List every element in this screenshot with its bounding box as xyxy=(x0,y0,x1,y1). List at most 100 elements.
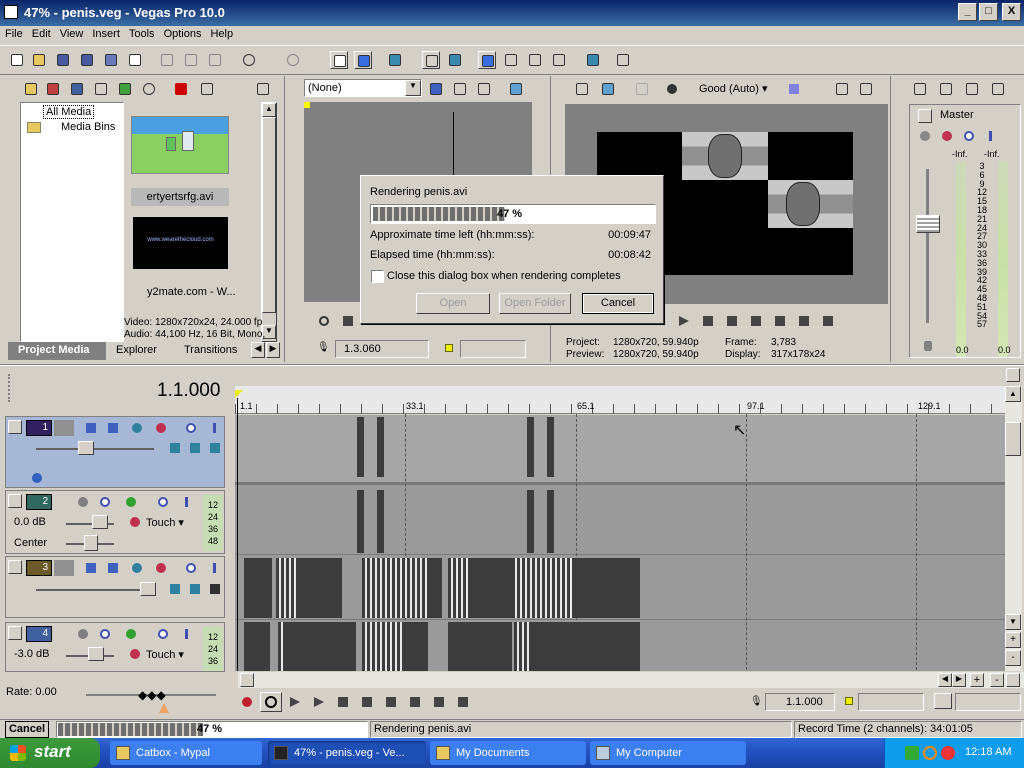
media-thumbnail-2[interactable]: www.wearethecloud.com xyxy=(133,217,228,269)
play-icon[interactable] xyxy=(341,314,355,328)
master-mute-icon[interactable] xyxy=(962,129,976,143)
selection-end-field[interactable] xyxy=(955,693,1021,711)
video-clip[interactable] xyxy=(527,417,534,477)
properties-icon[interactable] xyxy=(126,51,144,69)
audio-clip[interactable] xyxy=(278,622,286,671)
track-motion-icon[interactable] xyxy=(106,421,120,435)
import-icon[interactable] xyxy=(22,80,40,98)
extract-audio-icon[interactable] xyxy=(92,80,110,98)
trimmer-timecode[interactable]: 1.3.060 xyxy=(335,340,429,358)
go-to-end-icon[interactable] xyxy=(408,695,422,709)
video-clip[interactable] xyxy=(362,558,428,618)
delete-media-icon[interactable] xyxy=(172,80,190,98)
track-fx-chain-icon[interactable] xyxy=(168,441,182,455)
trimmer-text-icon[interactable] xyxy=(427,80,445,98)
automation-gear-icon[interactable] xyxy=(128,515,142,529)
auto-crossfade-icon[interactable] xyxy=(422,51,440,69)
timeline-grip[interactable] xyxy=(8,374,12,402)
track-header-audio-2[interactable]: 2 0.0 dB Touch ▾ Center 12 24 36 48 xyxy=(5,490,225,554)
zoom-out-icon[interactable]: - xyxy=(990,673,1004,687)
track-fx-icon[interactable] xyxy=(124,627,138,641)
mixer-properties-icon[interactable] xyxy=(911,80,929,98)
group-icon[interactable] xyxy=(446,51,464,69)
render-icon[interactable] xyxy=(102,51,120,69)
zoom-in-vertical-icon[interactable]: + xyxy=(1005,632,1021,648)
audio-clip[interactable] xyxy=(362,622,402,671)
track-fx-icon[interactable] xyxy=(130,561,144,575)
video-clip[interactable] xyxy=(244,558,272,618)
undo-icon[interactable] xyxy=(240,51,258,69)
new-icon[interactable] xyxy=(8,51,26,69)
timeline-hscroll[interactable]: ◀ ▶ + - xyxy=(238,672,1024,688)
track-expand-icon[interactable] xyxy=(30,471,44,485)
zoom-in-icon[interactable]: + xyxy=(970,673,984,687)
preview-pause-icon[interactable] xyxy=(701,314,715,328)
play-icon[interactable] xyxy=(312,695,326,709)
snapping-icon[interactable] xyxy=(330,51,348,69)
mixer-downmix-icon[interactable] xyxy=(937,80,955,98)
vscroll-thumb[interactable] xyxy=(1005,422,1021,456)
security-icon[interactable] xyxy=(941,746,955,760)
audio-clip[interactable] xyxy=(547,490,554,553)
preview-next-frame-icon[interactable] xyxy=(821,314,835,328)
timeline-ruler[interactable] xyxy=(235,386,1005,414)
media-thumbnail-1[interactable] xyxy=(131,116,229,174)
vegas-app-icon[interactable] xyxy=(4,5,18,19)
scroll-up-icon[interactable]: ▲ xyxy=(262,103,276,117)
master-gear-icon[interactable] xyxy=(940,129,954,143)
mixer-dim-icon[interactable] xyxy=(963,80,981,98)
taskbar-item-vegas[interactable]: 47% - penis.veg - Ve... xyxy=(268,741,426,765)
help-pointer-icon[interactable] xyxy=(614,51,632,69)
media-properties-icon[interactable] xyxy=(198,80,216,98)
video-clip[interactable] xyxy=(357,417,364,477)
preview-go-end-icon[interactable] xyxy=(773,314,787,328)
master-bus-icon[interactable] xyxy=(918,109,932,123)
video-clip[interactable] xyxy=(377,417,384,477)
lock-envelopes-icon[interactable] xyxy=(386,51,404,69)
track-solo-icon[interactable] xyxy=(180,627,194,641)
menu-options[interactable]: Options xyxy=(159,26,206,40)
zoom-out-vertical-icon[interactable]: - xyxy=(1005,650,1021,666)
lane-audio-2[interactable] xyxy=(235,488,1005,555)
loop-icon[interactable] xyxy=(317,314,331,328)
preview-stop-icon[interactable] xyxy=(725,314,739,328)
network-icon[interactable] xyxy=(905,746,919,760)
taskbar-item-my-documents[interactable]: My Documents xyxy=(430,741,586,765)
trimmer-fx-icon[interactable] xyxy=(451,80,469,98)
trimmer-delete-icon[interactable] xyxy=(475,80,493,98)
master-fader[interactable] xyxy=(916,215,940,233)
level-slider[interactable] xyxy=(140,582,156,596)
level-slider[interactable] xyxy=(78,441,94,455)
track-minimize-icon[interactable] xyxy=(8,494,22,508)
automation-gear-icon[interactable] xyxy=(128,647,142,661)
track-mute-icon[interactable] xyxy=(184,561,198,575)
preview-prev-frame-icon[interactable] xyxy=(797,314,811,328)
video-clip[interactable] xyxy=(276,558,298,618)
audio-clip[interactable] xyxy=(357,490,364,553)
timeline-menu-icon[interactable] xyxy=(1006,368,1020,382)
menu-tools[interactable]: Tools xyxy=(124,26,159,40)
chevron-down-icon[interactable]: ▼ xyxy=(405,80,421,96)
track-minimize-icon[interactable] xyxy=(8,560,22,574)
tab-scroll-left-icon[interactable]: ◀ xyxy=(251,342,265,358)
tree-item-media-bins[interactable]: Media Bins xyxy=(61,121,115,133)
video-clip[interactable] xyxy=(512,558,572,618)
next-frame-icon[interactable] xyxy=(456,695,470,709)
track-down-icon[interactable] xyxy=(208,582,222,596)
previous-frame-icon[interactable] xyxy=(432,695,446,709)
vscroll-down-icon[interactable]: ▼ xyxy=(1005,614,1021,630)
zoom-tool-icon[interactable] xyxy=(1006,673,1020,687)
menu-view[interactable]: View xyxy=(55,26,88,40)
mixer-settings-icon[interactable] xyxy=(989,80,1007,98)
tab-transitions[interactable]: Transitions xyxy=(184,344,237,356)
track-solo-icon[interactable] xyxy=(180,495,194,509)
master-solo-icon[interactable] xyxy=(984,129,998,143)
lane-video-1[interactable] xyxy=(235,415,1005,485)
fx-icon[interactable] xyxy=(633,80,651,98)
arm-record-icon[interactable] xyxy=(76,495,90,509)
invert-phase-icon[interactable] xyxy=(98,627,112,641)
search-icon[interactable] xyxy=(923,746,937,760)
video-clip[interactable] xyxy=(572,558,640,618)
zoom-tool-icon[interactable] xyxy=(550,51,568,69)
cut-icon[interactable] xyxy=(158,51,176,69)
